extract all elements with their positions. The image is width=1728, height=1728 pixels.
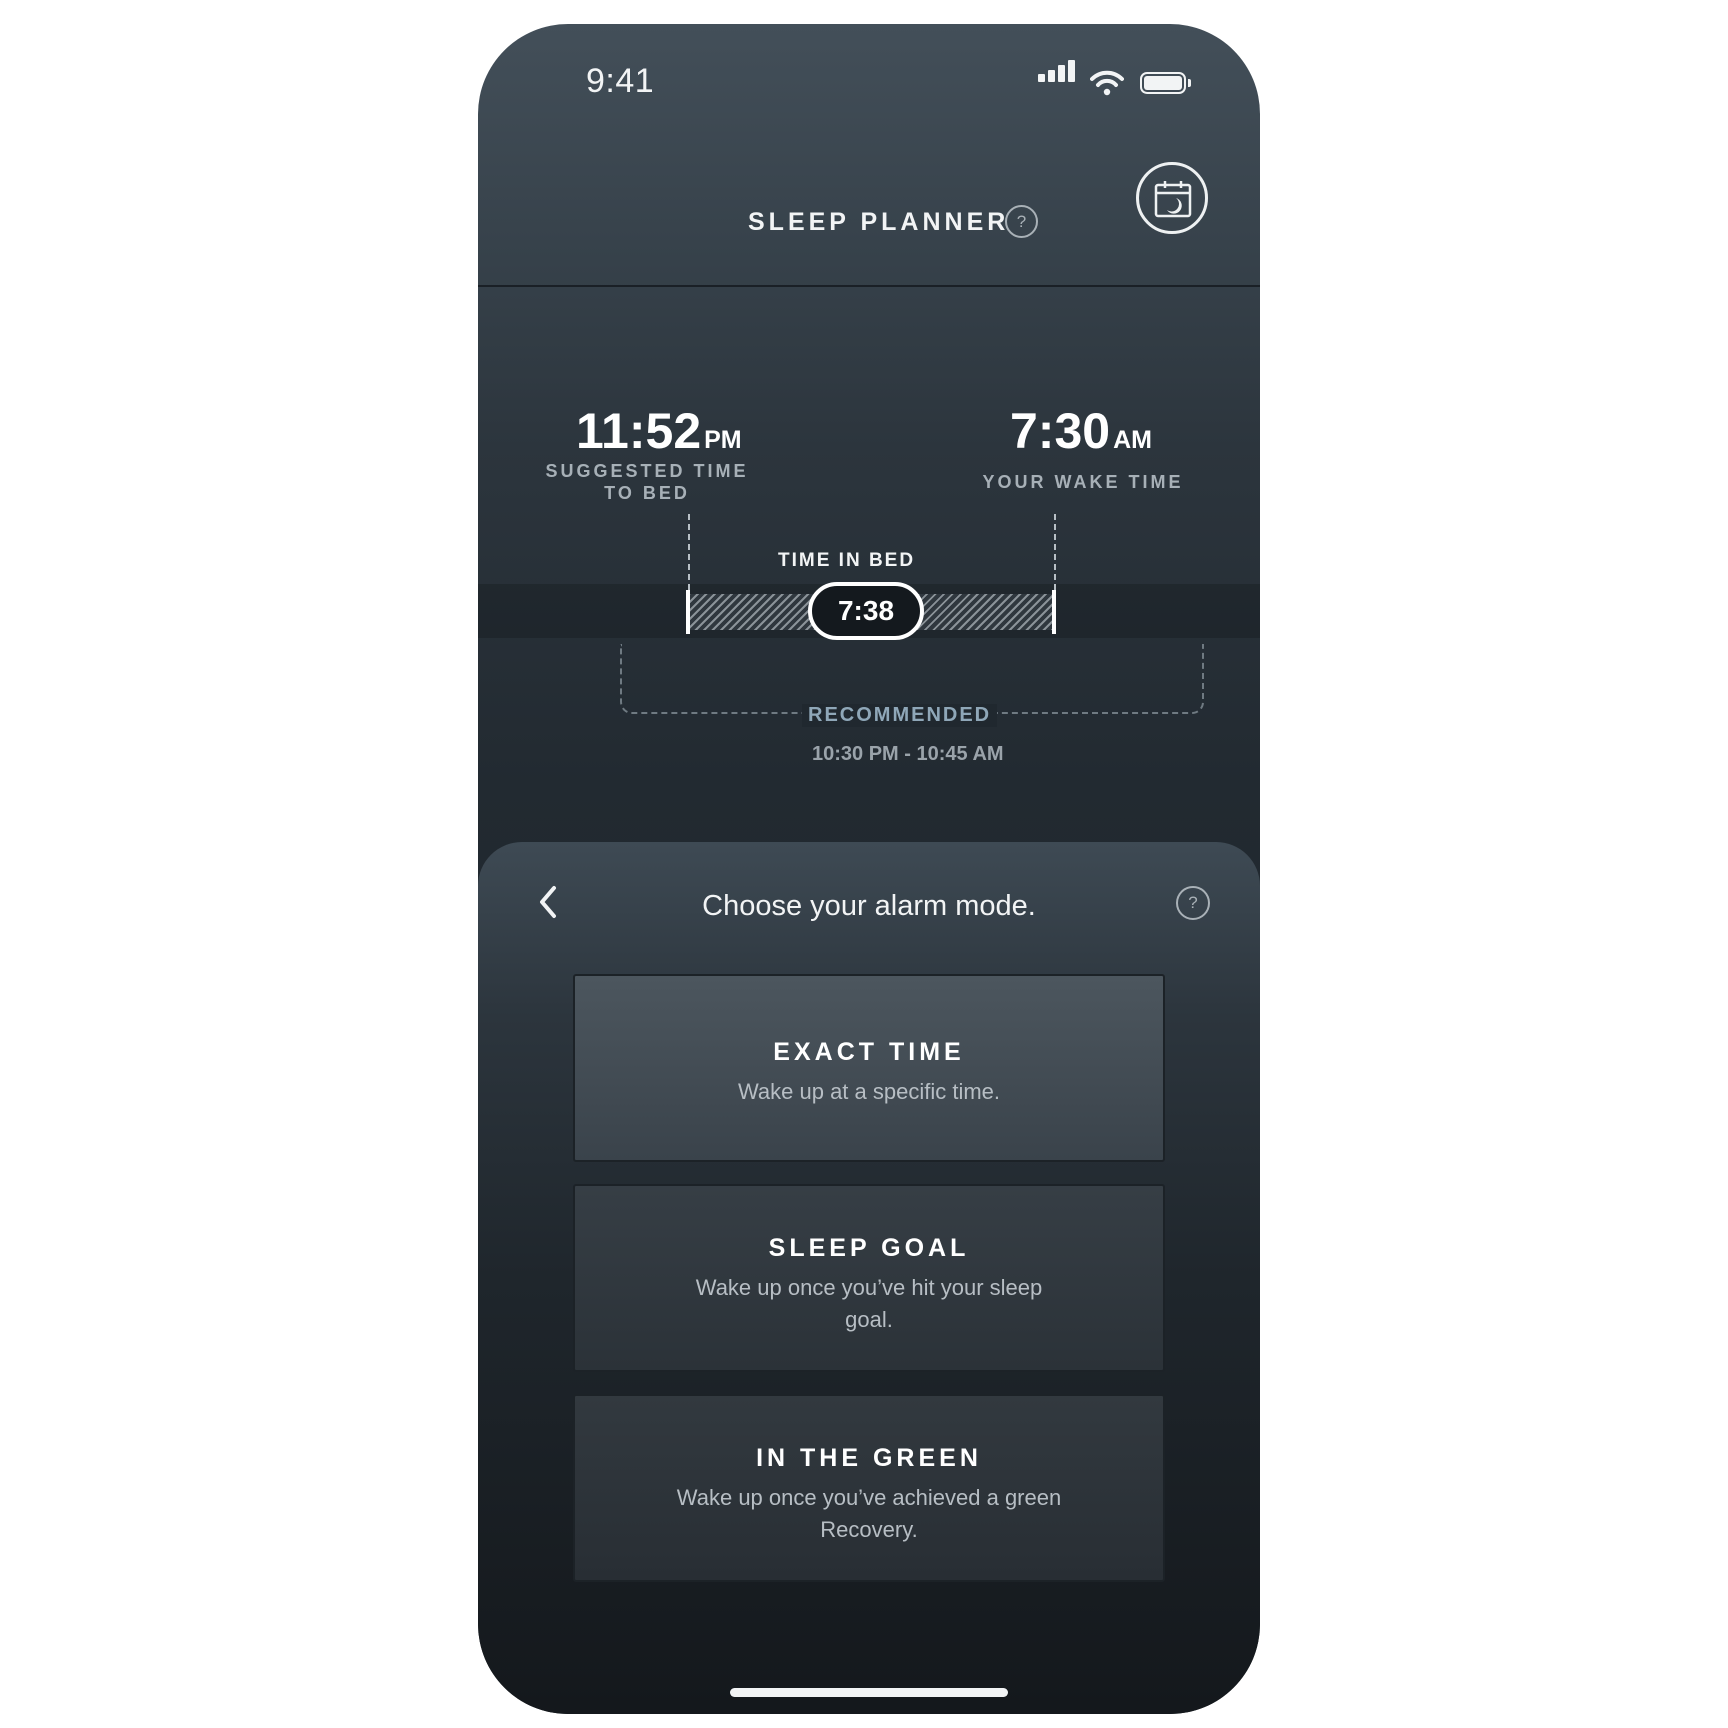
calendar-button[interactable] — [1136, 162, 1208, 234]
option-description: Wake up once you’ve hit your sleep goal. — [695, 1275, 1043, 1332]
time-in-bed-value: 7:38 — [808, 582, 924, 640]
bar-start-cap — [686, 590, 690, 634]
recommended-label: RECOMMENDED — [802, 704, 998, 727]
bed-time: 11:52 PM — [576, 403, 742, 459]
battery-icon — [1140, 72, 1191, 94]
page-title: SLEEP PLANNER — [748, 208, 1010, 236]
status-time: 9:41 — [586, 62, 655, 100]
sheet-title: Choose your alarm mode. — [702, 890, 1036, 922]
time-in-bed-label: TIME IN BED — [778, 550, 916, 571]
option-description: Wake up at a specific time. — [737, 1079, 1001, 1104]
wifi-icon — [1090, 70, 1124, 96]
header-divider — [478, 285, 1260, 287]
bar-end-cap — [1052, 590, 1056, 634]
help-icon[interactable]: ? — [1005, 205, 1038, 238]
wake-time-label: YOUR WAKE TIME — [982, 472, 1184, 492]
option-title: SLEEP GOAL — [768, 1234, 970, 1262]
option-description: Wake up once you’ve achieved a green Rec… — [676, 1485, 1062, 1542]
status-bar: 9:41 — [478, 24, 1260, 134]
calendar-moon-icon — [1154, 181, 1192, 218]
phone-screen: 9:41 SLEEP PLANNER ? 11:52 PM SUGGESTED T… — [478, 24, 1260, 1714]
home-indicator[interactable] — [730, 1688, 1008, 1697]
wake-marker-line — [1054, 514, 1056, 590]
recommended-range: 10:30 PM - 10:45 AM — [812, 743, 1004, 765]
bed-marker-line — [688, 514, 690, 590]
alarm-mode-sheet: Choose your alarm mode. ? EXACT TIME Wak… — [478, 842, 1260, 1714]
bed-time-label: SUGGESTED TIME TO BED — [545, 461, 749, 503]
option-in-the-green[interactable]: IN THE GREEN Wake up once you’ve achieve… — [573, 1394, 1165, 1582]
option-sleep-goal[interactable]: SLEEP GOAL Wake up once you’ve hit your … — [573, 1184, 1165, 1372]
option-title: EXACT TIME — [773, 1038, 965, 1066]
option-exact-time[interactable]: EXACT TIME Wake up at a specific time. — [573, 974, 1165, 1162]
wake-time: 7:30 AM — [1010, 403, 1152, 459]
option-title: IN THE GREEN — [756, 1444, 982, 1472]
question-icon[interactable]: ? — [1176, 886, 1210, 920]
